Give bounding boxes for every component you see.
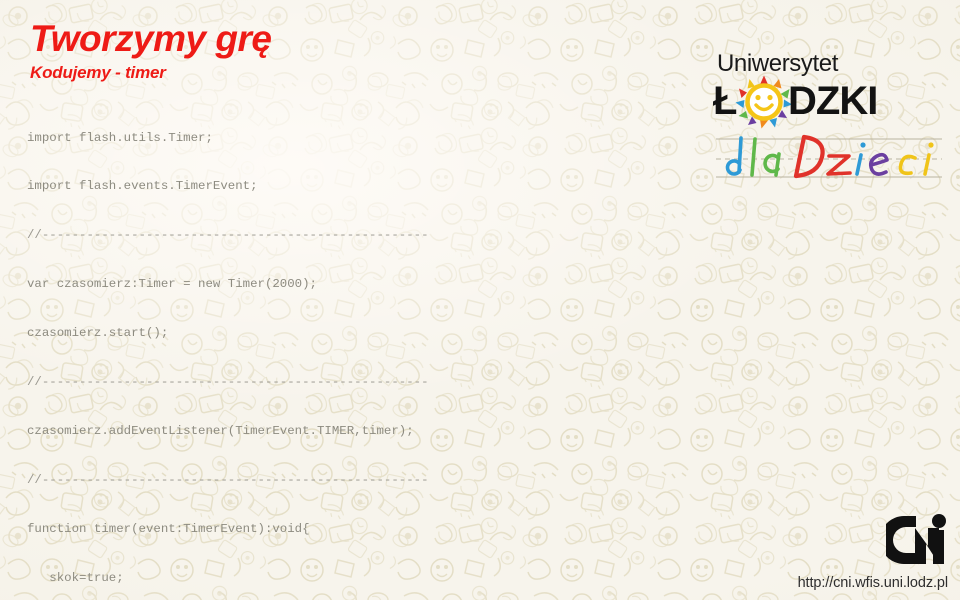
title-block: Tworzymy grę Kodujemy - timer	[30, 18, 272, 82]
code-line-separator: //--------------------------------------…	[27, 472, 429, 487]
page-title: Tworzymy grę	[30, 18, 272, 59]
code-line: import flash.events.TimerEvent;	[27, 179, 258, 194]
page-subtitle: Kodujemy - timer	[30, 63, 166, 82]
presentation-slide: Tworzymy grę Kodujemy - timer import fla…	[0, 0, 960, 600]
university-wordmark-prefix: Ł	[713, 79, 737, 123]
smiling-sun-icon	[735, 75, 792, 129]
code-line-separator: //--------------------------------------…	[27, 228, 429, 243]
university-name-line1: Uniwersytet	[717, 50, 838, 77]
university-logo: Uniwersytet Ł DZKI	[713, 52, 948, 197]
code-line-separator: //--------------------------------------…	[27, 375, 429, 390]
university-wordmark-suffix: DZKI	[788, 79, 878, 123]
cni-logo	[886, 514, 946, 564]
university-name-line2: Ł DZKI	[713, 75, 943, 129]
code-line: czasomierz.start();	[27, 326, 169, 341]
code-line: import flash.utils.Timer;	[27, 130, 213, 145]
code-line: function timer(event:TimerEvent):void{	[27, 521, 310, 536]
dla-dzieci-handwriting	[716, 134, 942, 179]
code-line: skok=true;	[27, 570, 124, 585]
code-listing: import flash.utils.Timer; import flash.e…	[27, 97, 429, 600]
site-url: http://cni.wfis.uni.lodz.pl	[797, 575, 949, 591]
code-line: var czasomierz:Timer = new Timer(2000);	[27, 277, 317, 292]
code-line: czasomierz.addEventListener(TimerEvent.T…	[27, 423, 414, 438]
